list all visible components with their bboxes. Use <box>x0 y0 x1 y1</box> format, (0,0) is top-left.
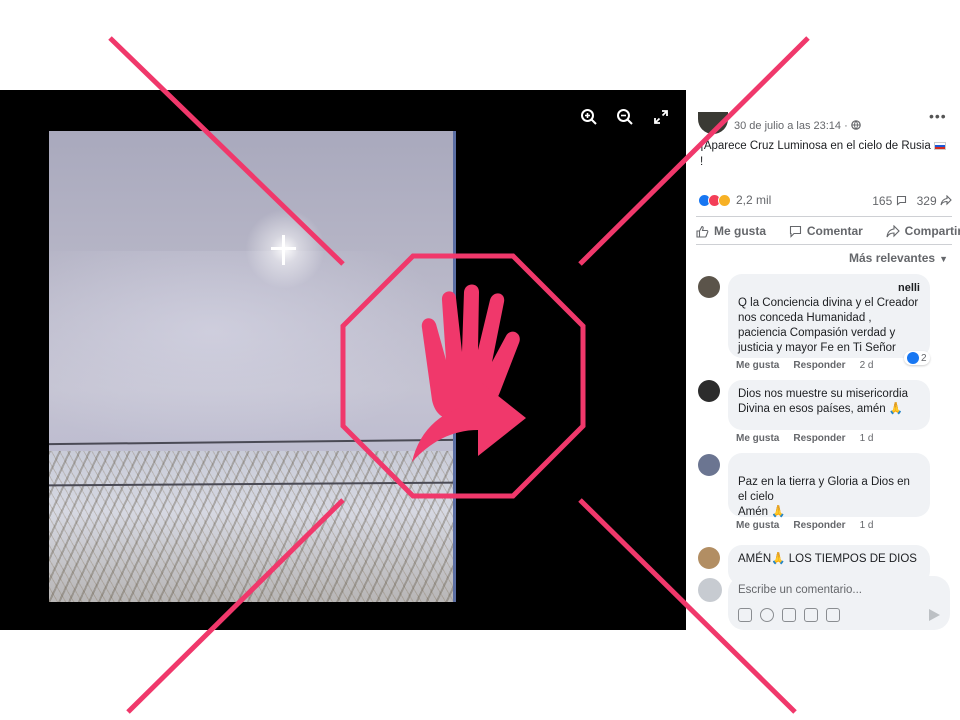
divider <box>696 244 952 245</box>
comment-text: AMÉN🙏 LOS TIEMPOS DE DIOS <box>738 553 917 565</box>
author-avatar[interactable] <box>698 112 728 134</box>
comment-actions: Me gusta Responder 2 d <box>736 360 873 371</box>
globe-icon <box>851 120 861 130</box>
comment-sort-dropdown[interactable]: Más relevantes ▼ <box>849 251 948 265</box>
comments-count: 165 <box>872 194 893 208</box>
send-icon[interactable] <box>929 609 940 621</box>
composer-toolbar <box>738 608 840 622</box>
more-options-icon[interactable]: ••• <box>929 108 947 124</box>
comment-text: Dios nos muestre su misericordia Divina … <box>738 388 909 415</box>
post-actions: Me gusta Comentar Compartir <box>696 224 960 238</box>
luminous-cross-vertical <box>282 235 285 265</box>
photo-fog <box>49 251 456 451</box>
media-viewer <box>0 90 686 630</box>
comment-like-link[interactable]: Me gusta <box>736 520 779 531</box>
avatar-sticker-icon[interactable] <box>738 608 752 622</box>
comments-count-link[interactable]: 165 <box>872 194 906 208</box>
comment-author[interactable]: nelli <box>738 281 920 296</box>
chevron-down-icon: ▼ <box>939 254 948 264</box>
sort-label: Más relevantes <box>849 251 936 265</box>
commenter-avatar[interactable] <box>698 454 720 476</box>
post-title: ¡Aparece Cruz Luminosa en el cielo de Ru… <box>700 140 934 152</box>
comment-text: Q la Conciencia divina y el Creador nos … <box>738 297 919 354</box>
reaction-summary[interactable]: 2,2 mil <box>698 193 771 207</box>
commenter-avatar[interactable] <box>698 547 720 569</box>
comment-actions: Me gusta Responder 1 d <box>736 433 873 444</box>
comment-input[interactable]: Escribe un comentario... <box>738 584 862 596</box>
zoom-out-icon <box>617 109 633 125</box>
like-reaction-icon <box>907 352 919 364</box>
thumbs-up-icon <box>696 225 709 238</box>
comment-bubble: nelli Q la Conciencia divina y el Creado… <box>728 274 930 358</box>
comment-reply-link[interactable]: Responder <box>793 433 845 444</box>
expand-icon <box>654 110 668 124</box>
luminous-cross-horizontal <box>271 247 296 250</box>
shares-count: 329 <box>916 194 937 208</box>
comment-button-label: Comentar <box>806 224 863 238</box>
comment-bubble: Paz en la tierra y Gloria a Dios en el c… <box>728 453 930 518</box>
comment-time[interactable]: 1 d <box>860 433 874 444</box>
comment-reply-link[interactable]: Responder <box>793 520 845 531</box>
comment-like-count: 2 <box>921 352 927 364</box>
care-reaction-icon <box>718 193 731 207</box>
like-button[interactable]: Me gusta <box>696 224 766 238</box>
photo-edge <box>453 131 456 602</box>
comment-like-link[interactable]: Me gusta <box>736 360 779 371</box>
post-text: ¡Aparece Cruz Luminosa en el cielo de Ru… <box>700 138 952 170</box>
post-date[interactable]: 30 de julio a las 23:14 · <box>734 120 851 132</box>
emoji-icon[interactable] <box>760 608 774 622</box>
share-arrow-icon <box>940 194 952 206</box>
shares-count-link[interactable]: 329 <box>917 194 952 208</box>
sticker-icon[interactable] <box>826 608 840 622</box>
share-button[interactable]: Compartir <box>886 224 960 238</box>
zoom-out-button[interactable] <box>614 106 636 128</box>
zoom-in-icon <box>581 109 597 125</box>
comment-text: Paz en la tierra y Gloria a Dios en el c… <box>738 476 910 518</box>
post-side-panel: 30 de julio a las 23:14 · ••• ¡Aparece C… <box>686 90 960 630</box>
reactions-count: 2,2 mil <box>736 193 772 207</box>
comment-like-link[interactable]: Me gusta <box>736 433 779 444</box>
commenter-avatar[interactable] <box>698 276 720 298</box>
screenshot-stage: 30 de julio a las 23:14 · ••• ¡Aparece C… <box>0 0 960 720</box>
comment-time[interactable]: 2 d <box>860 360 874 371</box>
comment-button[interactable]: Comentar <box>789 224 863 238</box>
post-title-tail: ! <box>700 156 704 168</box>
post-photo[interactable] <box>49 131 456 602</box>
comment-time[interactable]: 1 d <box>860 520 874 531</box>
current-user-avatar[interactable] <box>698 578 722 602</box>
camera-icon[interactable] <box>782 608 796 622</box>
comment-bubble: Dios nos muestre su misericordia Divina … <box>728 380 930 430</box>
share-button-label: Compartir <box>904 224 960 238</box>
snowy-field <box>49 451 456 602</box>
commenter-avatar[interactable] <box>698 380 720 402</box>
comment-reply-link[interactable]: Responder <box>793 360 845 371</box>
comment-icon <box>789 225 801 238</box>
engagement-counts: 165 329 <box>872 194 952 208</box>
comment-actions: Me gusta Responder 1 d <box>736 520 873 531</box>
like-button-label: Me gusta <box>714 224 767 238</box>
fullscreen-button[interactable] <box>650 106 672 128</box>
gif-icon[interactable] <box>804 608 818 622</box>
divider <box>696 216 952 217</box>
russia-flag-icon <box>933 141 946 150</box>
comment-bubble-icon <box>896 195 906 206</box>
zoom-in-button[interactable] <box>578 106 600 128</box>
share-icon <box>886 224 900 237</box>
post-meta: 30 de julio a las 23:14 · <box>734 120 861 132</box>
comment-composer[interactable]: Escribe un comentario... <box>728 576 950 630</box>
comment-like-badge[interactable]: 2 <box>904 351 930 365</box>
